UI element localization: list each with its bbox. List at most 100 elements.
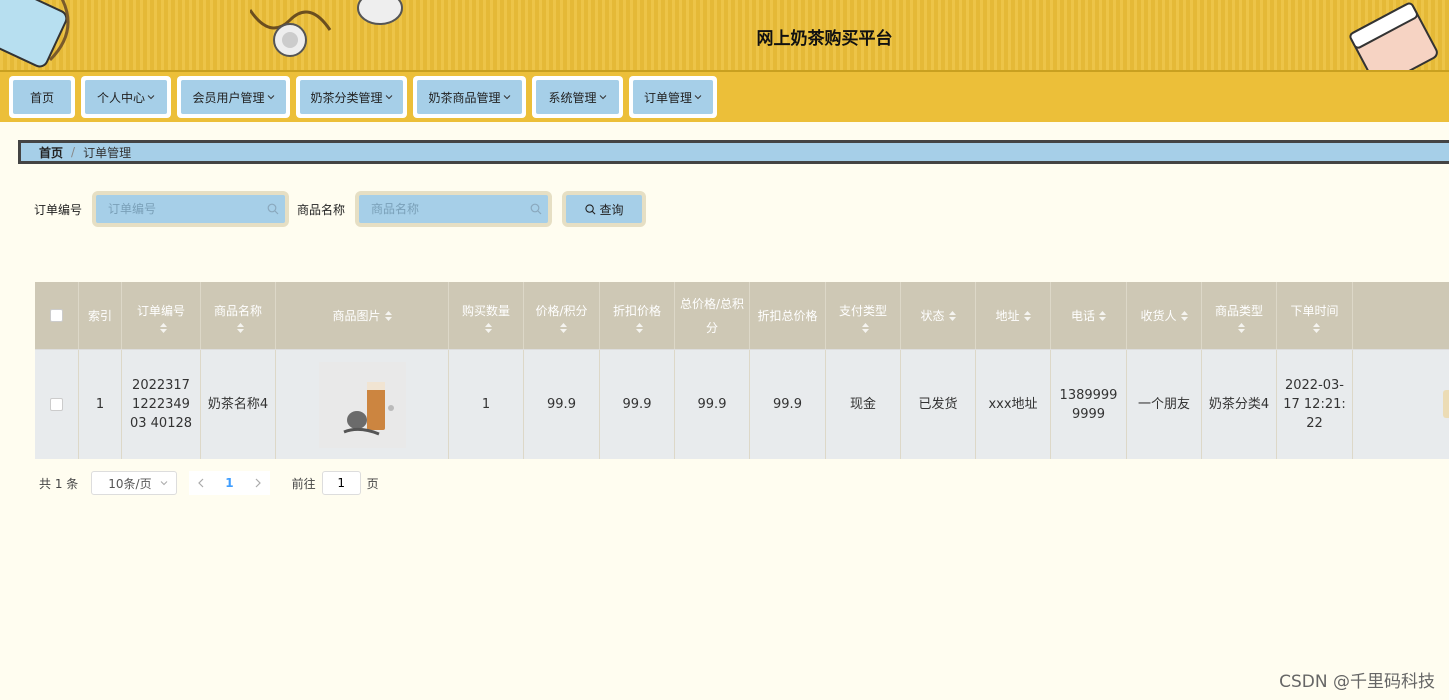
sort-icon — [236, 322, 244, 333]
header-price[interactable]: 价格/积分 — [524, 282, 600, 349]
chevron-down-icon — [503, 95, 510, 100]
row-select-cell — [35, 350, 79, 459]
page-size-select[interactable]: 10条/页 — [91, 471, 178, 495]
goto-page: 前往 页 — [292, 471, 379, 495]
header-order-time-label: 下单时间 — [1290, 303, 1339, 318]
header-category[interactable]: 商品类型 — [1202, 282, 1277, 349]
nav-item-inner: 首页 — [13, 80, 71, 114]
nav-item[interactable]: 奶茶分类管理 — [296, 76, 407, 118]
header-receiver-label: 收货人 — [1140, 308, 1177, 323]
nav-item-label: 个人中心 — [96, 90, 145, 105]
header-address-label: 地址 — [995, 308, 1020, 323]
chevron-down-icon — [385, 95, 392, 100]
table-body: 1 2022317122234903 40128 奶茶名称4 1 99.9 99… — [35, 349, 1449, 459]
nav-item-label: 订单管理 — [643, 90, 692, 105]
header-pay-type[interactable]: 支付类型 — [826, 282, 901, 349]
nav-item[interactable]: 订单管理 — [629, 76, 717, 118]
cell-discount-total: 99.9 — [750, 350, 826, 459]
cell-phone: 13899999999 — [1051, 350, 1127, 459]
header-discount-price-label: 折扣价格 — [612, 303, 661, 318]
sort-icon — [1237, 322, 1245, 333]
breadcrumb-home[interactable]: 首页 — [39, 144, 63, 161]
cell-discount-price: 99.9 — [600, 350, 675, 459]
nav-item-inner: 订单管理 — [633, 80, 713, 114]
nav-item[interactable]: 系统管理 — [532, 76, 623, 118]
header-status[interactable]: 状态 — [901, 282, 976, 349]
header-product-name-label: 商品名称 — [213, 303, 262, 318]
milk-tea-photo — [318, 361, 406, 448]
cell-pay-type: 现金 — [826, 350, 901, 459]
chevron-down-icon — [599, 95, 606, 100]
header-order-time[interactable]: 下单时间 — [1277, 282, 1353, 349]
nav-item[interactable]: 首页 — [9, 76, 75, 118]
header-discount-total[interactable]: 折扣总价格 — [750, 282, 826, 349]
header-index-label: 索引 — [87, 308, 112, 323]
header-order-no-label: 订单编号 — [136, 303, 185, 318]
sort-icon — [861, 322, 869, 333]
next-page-icon[interactable] — [254, 478, 262, 488]
header-phone-label: 电话 — [1070, 308, 1095, 323]
search-bar: 订单编号 商品名称 查询 — [34, 191, 647, 227]
query-button[interactable]: 查询 — [562, 191, 647, 227]
cell-product-name: 奶茶名称4 — [201, 350, 276, 459]
product-name-input[interactable] — [359, 195, 549, 223]
header-product-name[interactable]: 商品名称 — [201, 282, 276, 349]
select-all-checkbox[interactable] — [50, 309, 63, 322]
header-pay-type-label: 支付类型 — [838, 303, 887, 318]
sort-icon — [159, 322, 167, 333]
header-index: 索引 — [79, 282, 122, 349]
search-icon — [584, 203, 595, 214]
sort-icon — [1099, 310, 1106, 321]
breadcrumb-separator: / — [71, 145, 76, 159]
header-status-label: 状态 — [920, 308, 945, 323]
header-qty[interactable]: 购买数量 — [449, 282, 524, 349]
chevron-down-icon — [694, 95, 702, 100]
header-phone[interactable]: 电话 — [1051, 282, 1127, 349]
header-order-no[interactable]: 订单编号 — [122, 282, 201, 349]
nav-item[interactable]: 个人中心 — [81, 76, 171, 118]
row-checkbox[interactable] — [50, 398, 63, 411]
page-number-current[interactable]: 1 — [225, 476, 233, 490]
header-discount-price[interactable]: 折扣价格 — [600, 282, 675, 349]
page-nav: 1 — [189, 471, 270, 495]
sort-icon — [484, 322, 492, 333]
header-product-image[interactable]: 商品图片 — [276, 282, 449, 349]
sort-icon — [1023, 310, 1031, 321]
cell-address: xxx地址 — [976, 350, 1051, 459]
goto-page-input[interactable] — [321, 471, 361, 495]
orders-table: 索引 订单编号 商品名称 商品图片 购买数量 价格/积分 折扣价格 总价格/总积… — [35, 282, 1449, 459]
header-product-image-label: 商品图片 — [332, 308, 381, 323]
nav-item-label: 会员用户管理 — [192, 90, 265, 105]
nav-item-label: 首页 — [29, 90, 54, 105]
chevron-down-icon — [147, 95, 155, 100]
site-header: 网上奶茶购买平台 — [0, 0, 1449, 72]
product-image[interactable] — [318, 361, 406, 448]
breadcrumb: 首页 / 订单管理 — [18, 140, 1449, 164]
nav-item-label: 系统管理 — [548, 90, 597, 105]
sort-icon — [948, 310, 956, 321]
cell-price: 99.9 — [524, 350, 600, 459]
nav-item[interactable]: 奶茶商品管理 — [413, 76, 526, 118]
site-title: 网上奶茶购买平台 — [756, 29, 893, 49]
header-total-label: 总价格/总积分 — [679, 296, 745, 335]
header-total[interactable]: 总价格/总积分 — [675, 282, 750, 349]
watermark: CSDN @千里码科技 — [1279, 672, 1435, 692]
action-button-edge[interactable] — [1443, 390, 1449, 418]
cell-qty: 1 — [449, 350, 524, 459]
nav-item-inner: 个人中心 — [85, 80, 167, 114]
header-category-label: 商品类型 — [1214, 303, 1263, 318]
cell-total: 99.9 — [675, 350, 750, 459]
nav-item[interactable]: 会员用户管理 — [177, 76, 290, 118]
header-address[interactable]: 地址 — [976, 282, 1051, 349]
page-size-value: 10条/页 — [108, 476, 152, 491]
table-header: 索引 订单编号 商品名称 商品图片 购买数量 价格/积分 折扣价格 总价格/总积… — [35, 282, 1449, 349]
chevron-down-icon — [160, 481, 168, 486]
prev-page-icon[interactable] — [197, 478, 205, 488]
chevron-down-icon — [267, 95, 274, 100]
product-name-field-wrap — [355, 191, 553, 227]
header-receiver[interactable]: 收货人 — [1127, 282, 1202, 349]
cell-actions — [1353, 350, 1449, 459]
sort-icon — [560, 322, 567, 333]
order-no-input[interactable] — [96, 195, 286, 223]
breadcrumb-current: 订单管理 — [83, 145, 132, 160]
